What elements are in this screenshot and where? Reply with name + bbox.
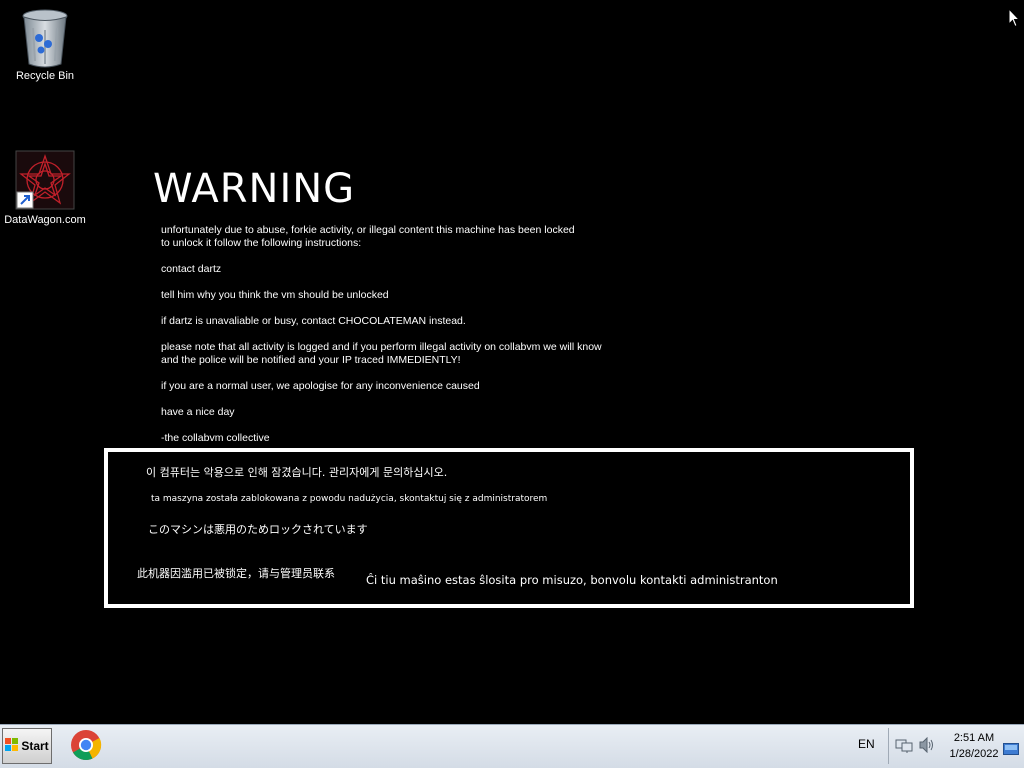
warning-paragraph: if dartz is unavaliable or busy, contact… [161, 315, 466, 327]
translation-korean: 이 컴퓨터는 악용으로 인해 잠겼습니다. 관리자에게 문의하십시오. [146, 466, 448, 479]
network-icon[interactable] [895, 738, 913, 757]
translation-polish: ta maszyna została zablokowana z powodu … [151, 494, 548, 504]
warning-paragraph: have a nice day [161, 406, 235, 418]
warning-paragraph: if you are a normal user, we apologise f… [161, 380, 480, 392]
recycle-bin-icon [15, 6, 75, 68]
volume-icon[interactable] [918, 736, 936, 757]
clock-time: 2:51 AM [953, 732, 995, 744]
translations-box: 이 컴퓨터는 악용으로 인해 잠겼습니다. 관리자에게 문의하십시오. ta m… [104, 448, 914, 608]
start-label: Start [21, 739, 49, 753]
desktop: Recycle Bin DataWagon.com WARNING unfort… [0, 0, 1024, 724]
windows-logo-icon [5, 737, 19, 756]
action-center-flag-icon[interactable] [1003, 740, 1019, 755]
datawagon-shortcut[interactable]: DataWagon.com [3, 150, 87, 226]
recycle-bin-label: Recycle Bin [15, 70, 75, 82]
start-button[interactable]: Start [2, 728, 52, 764]
chrome-taskbar-button[interactable] [68, 729, 104, 765]
translation-japanese: このマシンは悪用のためロックされています [148, 523, 368, 536]
translation-esperanto: Ĉi tiu maŝino estas ŝlosita pro misuzo, … [366, 573, 778, 587]
warning-paragraph: unfortunately due to abuse, forkie activ… [161, 224, 575, 249]
datawagon-shortcut-icon [15, 150, 75, 210]
translation-chinese: 此机器因滥用已被锁定，请与管理员联系 [137, 567, 335, 580]
clock-date: 1/28/2022 [949, 748, 999, 760]
warning-paragraph: -the collabvm collective [161, 432, 270, 444]
warning-paragraph: contact dartz [161, 263, 222, 275]
warning-title: WARNING [153, 166, 356, 212]
warning-message: unfortunately due to abuse, forkie activ… [161, 224, 661, 458]
recycle-bin-shortcut[interactable]: Recycle Bin [3, 6, 87, 82]
mouse-pointer-icon [1008, 7, 1021, 32]
warning-paragraph: tell him why you think the vm should be … [161, 289, 389, 301]
chrome-icon [70, 729, 102, 765]
language-indicator[interactable]: EN [858, 737, 875, 751]
datawagon-label: DataWagon.com [4, 214, 86, 226]
system-clock[interactable]: 2:51 AM 1/28/2022 [944, 730, 1004, 762]
tray-divider [888, 728, 889, 764]
warning-paragraph: please note that all activity is logged … [161, 341, 602, 366]
